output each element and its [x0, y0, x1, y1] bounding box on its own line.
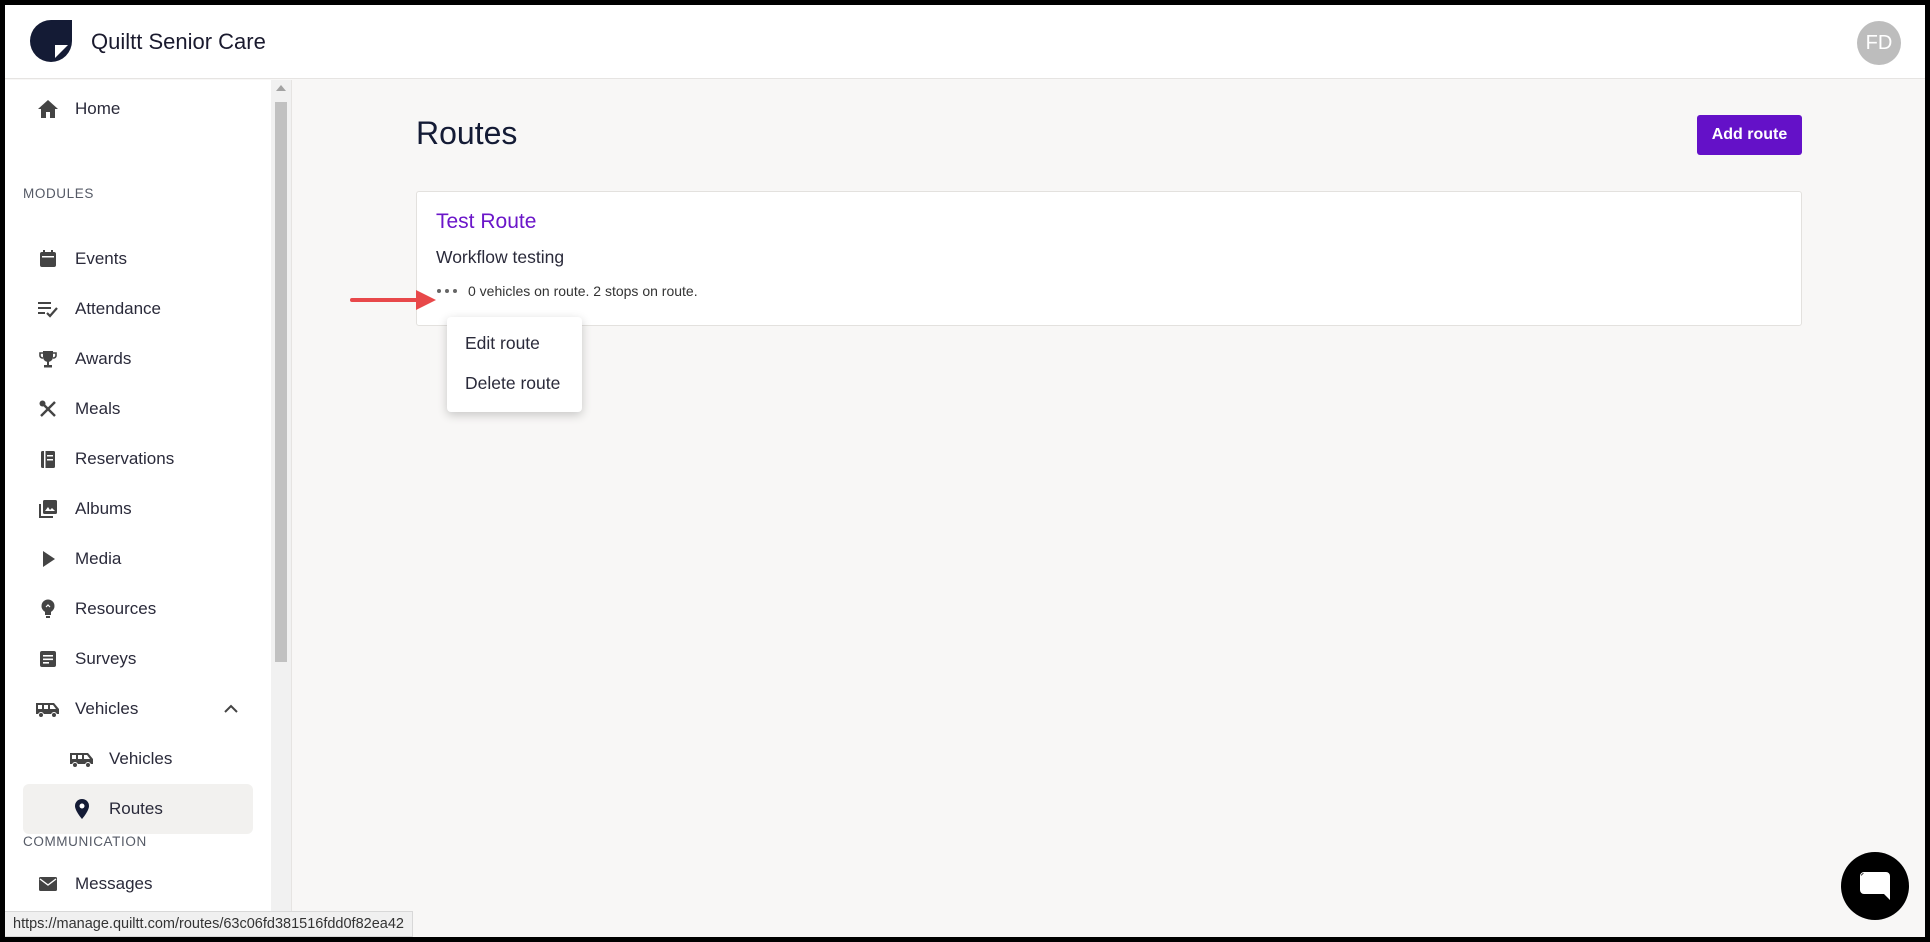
- sidebar-item-media[interactable]: Media: [23, 534, 253, 584]
- play-icon: [35, 546, 61, 572]
- sidebar-item-label: Albums: [75, 499, 132, 518]
- chevron-up-icon[interactable]: [223, 701, 239, 717]
- trophy-icon: [35, 346, 61, 372]
- route-description: Workflow testing: [436, 247, 565, 267]
- sidebar-item-resources[interactable]: Resources: [23, 584, 253, 634]
- route-meta: 0 vehicles on route. 2 stops on route.: [468, 283, 698, 299]
- sidebar-item-attendance[interactable]: Attendance: [23, 284, 253, 334]
- delete-route-menu-item[interactable]: Delete route: [447, 365, 582, 401]
- sidebar-item-surveys[interactable]: Surveys: [23, 634, 253, 684]
- sidebar-subitem-routes[interactable]: Routes: [23, 784, 253, 834]
- sidebar-item-reservations[interactable]: Reservations: [23, 434, 253, 484]
- top-bar: Quiltt Senior Care FD: [5, 5, 1925, 79]
- sidebar-item-meals[interactable]: Meals: [23, 384, 253, 434]
- sidebar-item-label: Attendance: [75, 299, 162, 318]
- communication-section-label: COMMUNICATION: [23, 834, 147, 849]
- lightbulb-icon: [35, 596, 61, 622]
- scroll-up-arrow-icon[interactable]: [276, 85, 286, 91]
- sidebar-item-label: Reservations: [75, 449, 175, 468]
- sidebar-item-label: Awards: [75, 349, 132, 368]
- book-icon: [35, 446, 61, 472]
- sidebar-item-awards[interactable]: Awards: [23, 334, 253, 384]
- sidebar-subitem-vehicles[interactable]: Vehicles: [23, 734, 253, 784]
- sidebar-item-home[interactable]: Home: [23, 84, 253, 134]
- route-name-link[interactable]: Test Route: [436, 210, 536, 234]
- status-bar-url: https://manage.quiltt.com/routes/63c06fd…: [5, 911, 413, 937]
- mail-icon: [35, 871, 61, 897]
- calendar-icon: [35, 246, 61, 272]
- sidebar-item-label: Home: [75, 99, 121, 118]
- photo-library-icon: [35, 496, 61, 522]
- avatar[interactable]: FD: [1857, 21, 1901, 65]
- chat-bubble-icon: [1860, 872, 1890, 900]
- route-card: Test Route Workflow testing 0 vehicles o…: [416, 191, 1802, 326]
- route-options-menu: Edit route Delete route: [447, 317, 582, 412]
- sidebar-item-label: Messages: [75, 874, 153, 893]
- chat-launcher-button[interactable]: [1841, 852, 1909, 920]
- checklist-icon: [35, 296, 61, 322]
- add-route-button[interactable]: Add route: [1697, 115, 1802, 155]
- home-icon: [35, 96, 61, 122]
- edit-route-menu-item[interactable]: Edit route: [447, 325, 582, 361]
- sidebar-item-vehicles[interactable]: Vehicles: [23, 684, 253, 734]
- utensils-icon: [35, 396, 61, 422]
- bus-icon: [35, 696, 61, 722]
- sidebar-item-messages[interactable]: Messages: [23, 859, 253, 909]
- modules-section-label: MODULES: [23, 186, 94, 201]
- sidebar-item-label: Meals: [75, 399, 121, 418]
- annotation-arrow-icon: [350, 290, 436, 310]
- sidebar-item-label: Media: [75, 549, 122, 568]
- app-window: Quiltt Senior Care FD Home MODULES Event…: [5, 5, 1925, 937]
- page-title: Routes: [416, 115, 518, 151]
- sidebar-item-label: Routes: [109, 799, 163, 818]
- sidebar-item-albums[interactable]: Albums: [23, 484, 253, 534]
- survey-icon: [35, 646, 61, 672]
- sidebar: Home MODULES Events Attendance Awards Me…: [5, 80, 292, 937]
- sidebar-item-label: Surveys: [75, 649, 137, 668]
- bus-icon: [69, 746, 95, 772]
- sidebar-item-label: Resources: [75, 599, 157, 618]
- sidebar-item-label: Vehicles: [75, 699, 139, 718]
- quiltt-logo-icon[interactable]: [30, 20, 72, 62]
- more-options-icon[interactable]: [437, 286, 457, 296]
- app-title: Quiltt Senior Care: [91, 29, 266, 54]
- scroll-thumb[interactable]: [275, 102, 287, 662]
- sidebar-scrollbar[interactable]: [271, 80, 291, 937]
- sidebar-item-label: Vehicles: [109, 749, 173, 768]
- sidebar-item-label: Events: [75, 249, 127, 268]
- location-pin-icon: [69, 796, 95, 822]
- sidebar-item-events[interactable]: Events: [23, 234, 253, 284]
